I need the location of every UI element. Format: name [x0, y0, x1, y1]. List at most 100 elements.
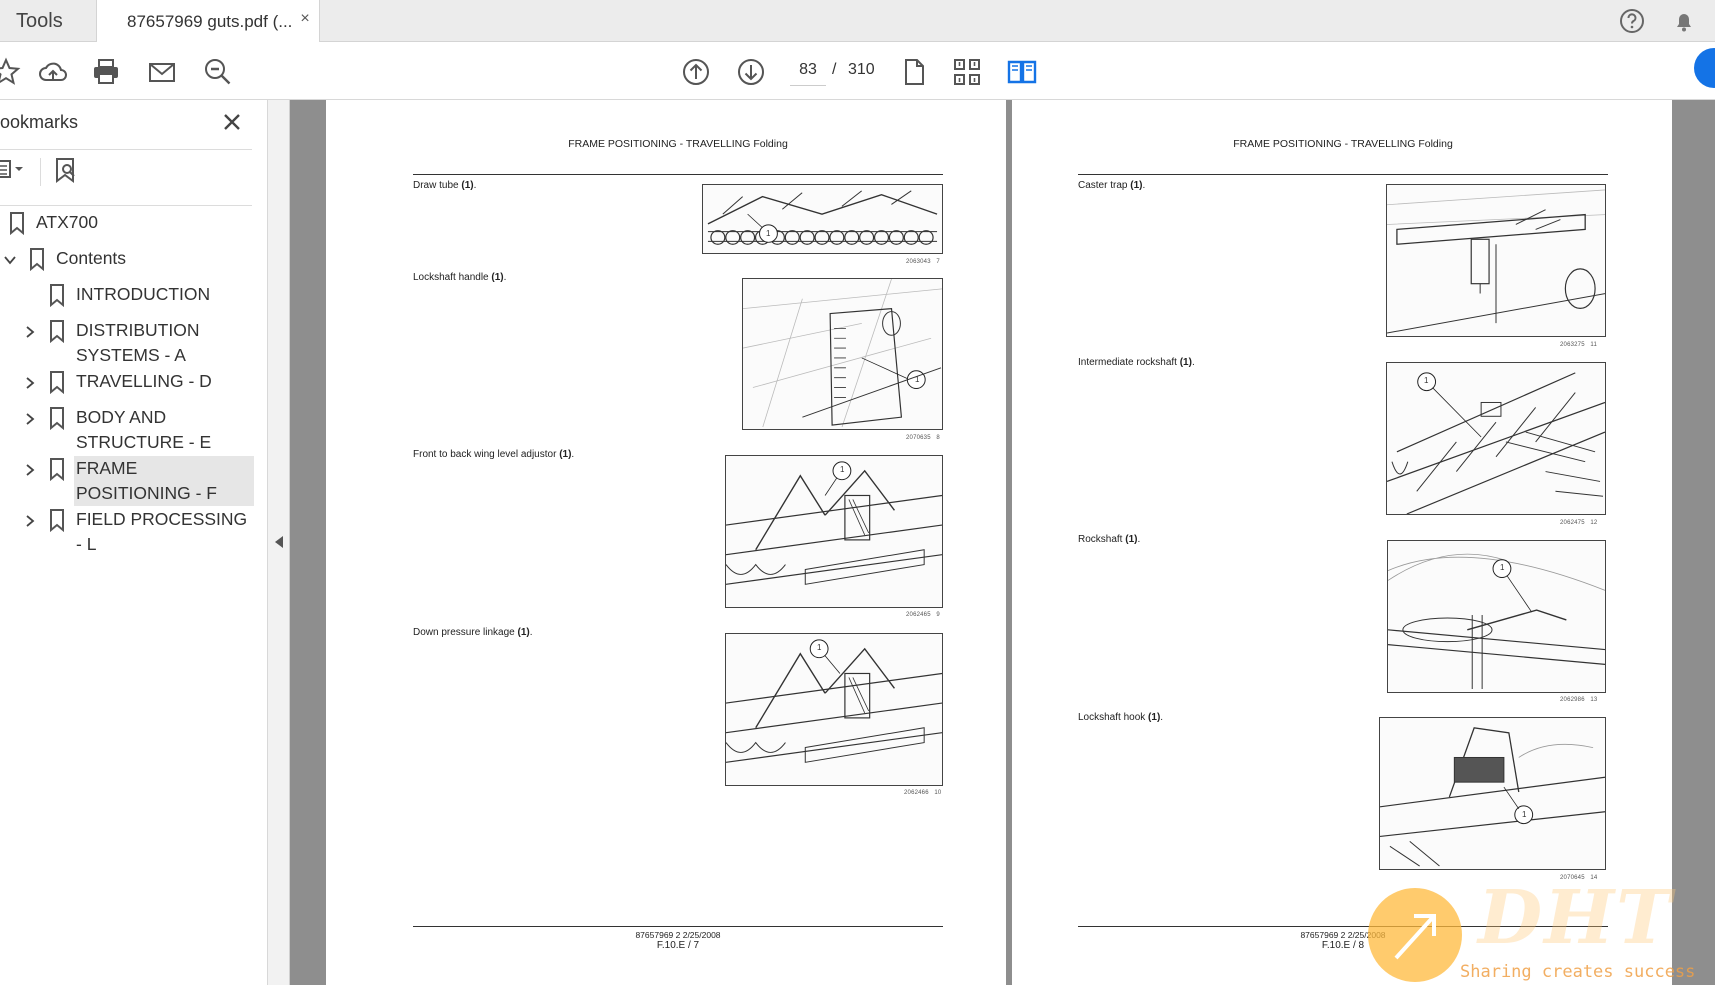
figure-id: 2063043 7 — [906, 259, 940, 265]
document-viewport[interactable]: FRAME POSITIONING - TRAVELLING Folding D… — [290, 100, 1715, 985]
collapse-arrow-icon[interactable] — [275, 536, 283, 548]
figure-label: 1 — [915, 375, 920, 384]
bookmarks-panel: ookmarks ATX700 Contents INTRODUCTION DISTR… — [0, 100, 268, 985]
header-rule — [1078, 174, 1608, 175]
help-icon[interactable] — [1618, 7, 1646, 35]
bookmark-label: FIELD PROCESSING - L — [76, 509, 248, 554]
bookmark-icon — [30, 248, 44, 271]
watermark-tagline: Sharing creates success — [1460, 962, 1696, 982]
share-button[interactable] — [1694, 48, 1715, 88]
figure-id: 2062465 9 — [906, 612, 940, 618]
bookmark-icon — [50, 371, 64, 394]
figure-intermediate-rockshaft: 1 — [1386, 362, 1606, 515]
bookmark-item[interactable]: INTRODUCTION — [0, 282, 262, 311]
bell-icon[interactable] — [1670, 7, 1698, 35]
previous-page-icon[interactable] — [680, 56, 712, 88]
figure-caption: Front to back wing level adjustor (1). — [413, 449, 575, 460]
bookmark-item[interactable]: BODY AND STRUCTURE - E — [0, 405, 262, 459]
page-separator: / — [832, 61, 837, 78]
fit-page-icon[interactable] — [951, 56, 983, 88]
tab-tools[interactable]: Tools — [0, 0, 96, 42]
next-page-icon[interactable] — [735, 56, 767, 88]
bookmark-icon — [50, 284, 64, 307]
bookmark-label: ATX700 — [36, 212, 98, 232]
bookmark-label: INTRODUCTION — [76, 284, 211, 304]
toolbar-divider — [40, 158, 41, 186]
zoom-out-icon[interactable] — [202, 56, 234, 88]
page-header: FRAME POSITIONING - TRAVELLING Folding — [568, 138, 788, 150]
page-footer-doc-id: 87657969 2 2/25/2008 — [635, 930, 721, 940]
figure-id: 2063275 11 — [1560, 342, 1598, 348]
bookmark-icon — [50, 458, 64, 481]
bookmark-label: Contents — [56, 248, 127, 268]
watermark-logo-icon — [1368, 888, 1462, 982]
bookmark-label: FRAME POSITIONING - F — [74, 456, 254, 506]
chevron-down-icon[interactable] — [2, 252, 18, 268]
close-panel-icon[interactable] — [220, 110, 244, 134]
star-icon[interactable] — [0, 56, 22, 88]
bookmark-item[interactable]: TRAVELLING - D — [0, 369, 262, 398]
bookmark-label: BODY AND STRUCTURE - E — [76, 407, 212, 452]
figure-label: 1 — [1424, 376, 1429, 385]
figure-lockshaft-handle: 1 — [742, 278, 943, 430]
watermark-brand: DHT — [1478, 875, 1674, 961]
bookmark-label: TRAVELLING - D — [76, 371, 212, 391]
bookmark-item[interactable]: Contents — [0, 246, 262, 275]
chevron-right-icon[interactable] — [22, 411, 38, 427]
figure-caption: Rockshaft (1). — [1078, 534, 1141, 545]
panel-collapse-strip[interactable] — [268, 100, 290, 985]
cloud-upload-icon[interactable] — [37, 56, 69, 88]
toolbar: 83 / 310 — [0, 42, 1715, 100]
page-number-input[interactable]: 83 — [790, 54, 826, 86]
figure-label: 1 — [766, 229, 771, 238]
figure-caption: Lockshaft handle (1). — [413, 272, 507, 283]
figure-lockshaft-hook: 1 — [1379, 717, 1606, 870]
tab-bar: Tools 87657969 guts.pdf (... × — [0, 0, 1715, 43]
figure-id: 2062475 12 — [1560, 520, 1598, 526]
figure-label: 1 — [840, 465, 845, 474]
tab-document[interactable]: 87657969 guts.pdf (... — [96, 0, 320, 43]
bookmark-item[interactable]: FIELD PROCESSING - L — [0, 507, 262, 554]
bookmark-icon — [50, 320, 64, 343]
figure-id: 2062466 10 — [904, 790, 942, 796]
figure-draw-tube: 1 — [702, 184, 943, 254]
print-icon[interactable] — [90, 56, 122, 88]
options-menu-icon[interactable] — [0, 158, 28, 180]
page-header: FRAME POSITIONING - TRAVELLING Folding — [1233, 138, 1453, 150]
figure-label: 1 — [1500, 563, 1505, 572]
chevron-right-icon[interactable] — [22, 513, 38, 529]
bookmarks-title: ookmarks — [0, 112, 79, 132]
figure-id: 2070635 8 — [906, 435, 940, 441]
figure-caster-trap — [1386, 184, 1606, 337]
single-page-view-icon[interactable] — [898, 56, 930, 88]
bookmark-item[interactable]: ATX700 — [0, 210, 262, 239]
two-page-view-icon[interactable] — [1006, 56, 1038, 88]
page-footer-page-num: F.10.E / 7 — [656, 940, 700, 951]
panel-divider — [0, 205, 252, 206]
figure-label: 1 — [1522, 810, 1527, 819]
figure-wing-level-adjustor: 1 — [725, 455, 943, 608]
new-bookmark-icon[interactable] — [52, 156, 80, 184]
bookmark-item[interactable]: DISTRIBUTION SYSTEMS - A — [0, 318, 262, 372]
figure-caption: Down pressure linkage (1). — [413, 627, 533, 638]
tab-close-icon[interactable]: × — [296, 10, 314, 28]
bookmark-icon — [50, 509, 64, 532]
figure-id: 2062986 13 — [1560, 697, 1598, 703]
page-total: 310 — [848, 61, 875, 78]
figure-rockshaft: 1 — [1387, 540, 1606, 693]
figure-label: 1 — [817, 643, 822, 652]
bookmark-icon — [10, 212, 24, 235]
chevron-right-icon[interactable] — [22, 462, 38, 478]
pdf-page-right: FRAME POSITIONING - TRAVELLING Folding C… — [1012, 100, 1672, 985]
bookmark-item[interactable]: FRAME POSITIONING - F — [0, 456, 262, 510]
bookmark-label: DISTRIBUTION SYSTEMS - A — [76, 320, 200, 365]
email-icon[interactable] — [146, 56, 178, 88]
chevron-right-icon[interactable] — [22, 324, 38, 340]
figure-caption: Lockshaft hook (1). — [1078, 712, 1164, 723]
figure-down-pressure-linkage: 1 — [725, 633, 943, 786]
chevron-right-icon[interactable] — [22, 375, 38, 391]
figure-caption: Caster trap (1). — [1078, 180, 1146, 191]
pdf-page-left: FRAME POSITIONING - TRAVELLING Folding D… — [326, 100, 1006, 985]
header-rule — [413, 174, 943, 175]
panel-divider — [0, 149, 252, 150]
